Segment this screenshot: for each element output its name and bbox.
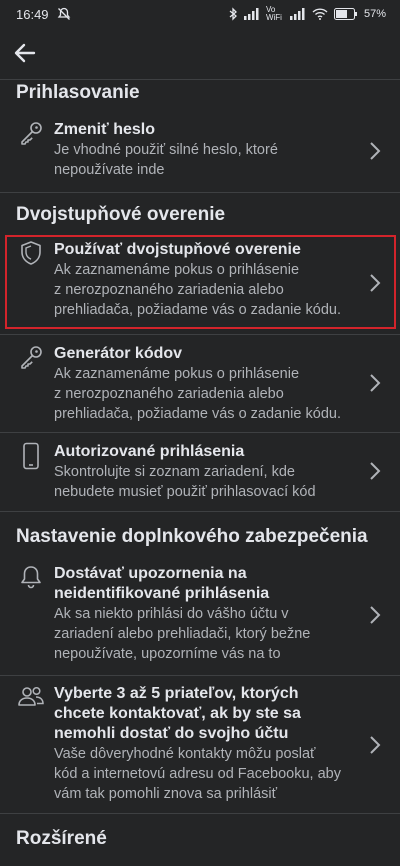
change-password-title: Zmeniť heslo: [54, 121, 156, 138]
code-generator-title: Generátor kódov: [54, 345, 183, 362]
top-bar: [0, 28, 400, 78]
section-login-heading: Prihlasovanie: [16, 82, 140, 103]
code-generator-row[interactable]: Generátor kódov Ak zaznamenáme pokus o p…: [0, 344, 400, 428]
chevron-right-icon: [370, 374, 381, 392]
authorized-logins-desc: Skontrolujte si zoznam zariadení, kde ne…: [54, 464, 316, 500]
section-two-factor-heading: Dvojstupňové overenie: [16, 204, 226, 225]
wifi-icon: [312, 8, 328, 20]
login-alerts-row[interactable]: Dostávať upozornenia na neidentifikované…: [0, 564, 400, 670]
authorized-logins-title: Autorizované prihlásenia: [54, 443, 245, 460]
divider: [0, 813, 400, 814]
mute-bell-icon: [57, 7, 71, 21]
divider: [0, 79, 400, 80]
divider: [0, 334, 400, 335]
battery-icon: [333, 8, 358, 20]
chevron-right-icon: [370, 736, 381, 754]
chevron-right-icon: [370, 462, 381, 480]
bell-icon: [16, 564, 46, 590]
divider: [0, 432, 400, 433]
login-alerts-desc: Ak sa niekto prihlási do vášho účtu v za…: [54, 606, 311, 662]
signal-icon-2: [289, 8, 306, 20]
status-bar: 16:49 Vo WiFi 57%: [0, 0, 400, 28]
highlight-box: [5, 235, 396, 329]
divider: [0, 192, 400, 193]
people-icon: [16, 684, 46, 708]
bluetooth-icon: [228, 7, 238, 21]
battery-percent: 57%: [363, 8, 386, 20]
chevron-right-icon: [370, 142, 381, 160]
section-extra-security-heading: Nastavenie doplnkového zabezpečenia: [16, 526, 368, 547]
code-generator-desc: Ak zaznamenáme pokus o prihlásenie z ner…: [54, 366, 341, 422]
change-password-row[interactable]: Zmeniť heslo Je vhodné použiť silné hesl…: [0, 120, 400, 190]
divider: [0, 675, 400, 676]
trusted-contacts-desc: Vaše dôveryhodné kontakty môžu poslať kó…: [54, 746, 341, 802]
trusted-contacts-title: Vyberte 3 až 5 priateľov, ktorých chcete…: [54, 685, 301, 742]
back-button[interactable]: [12, 40, 38, 66]
arrow-left-icon: [14, 43, 36, 63]
change-password-desc: Je vhodné použiť silné heslo, ktoré nepo…: [54, 142, 278, 178]
trusted-contacts-row[interactable]: Vyberte 3 až 5 priateľov, ktorých chcete…: [0, 684, 400, 810]
status-time: 16:49: [16, 6, 49, 22]
phone-icon: [16, 442, 46, 470]
vowifi-label: Vo WiFi: [265, 5, 282, 22]
authorized-logins-row[interactable]: Autorizované prihlásenia Skontrolujte si…: [0, 442, 400, 506]
signal-icon: [243, 8, 260, 20]
key-icon: [16, 120, 46, 146]
section-advanced-heading: Rozšírené: [16, 828, 107, 849]
divider: [0, 511, 400, 512]
chevron-right-icon: [370, 606, 381, 624]
login-alerts-title: Dostávať upozornenia na neidentifikované…: [54, 565, 270, 602]
key-icon: [16, 344, 46, 370]
